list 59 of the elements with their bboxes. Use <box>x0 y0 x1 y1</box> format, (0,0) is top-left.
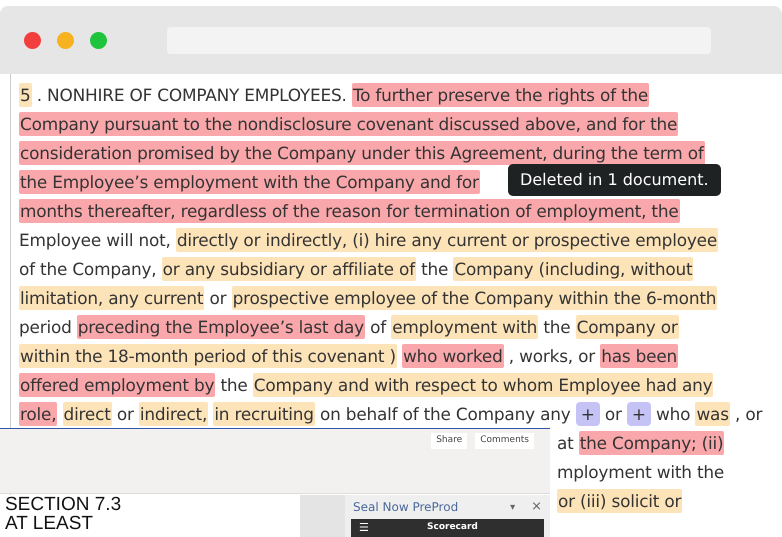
minimize-window-icon[interactable] <box>57 32 74 48</box>
deleted-text: months thereafter, regardless of the reason for termination of employment, the <box>19 199 680 223</box>
document-text: Employee will not, <box>19 230 171 250</box>
changed-text: Company or <box>576 315 679 339</box>
document-text: . NONHIRE OF COMPANY EMPLOYEES. <box>36 85 347 105</box>
added-marker: + <box>576 402 600 426</box>
document-text: mployment with the <box>557 462 724 482</box>
deleted-text: preceding the Employee’s last day <box>76 315 365 339</box>
changed-text: within the 18-month period of this covenant ) <box>19 344 397 368</box>
deleted-text: consideration promised by the Company under this Agreement, during the term of <box>19 141 705 165</box>
deleted-text: has been <box>600 344 678 368</box>
document-text: , or <box>734 404 762 424</box>
changed-text: Company and with respect to whom Employee had any <box>252 373 714 397</box>
changed-text: Company (including, without <box>453 257 694 281</box>
document-text: or <box>210 288 226 308</box>
document-text: , works, or <box>508 346 596 366</box>
tooltip: Deleted in 1 document. <box>508 164 721 196</box>
document-text: or <box>116 404 134 424</box>
added-marker: + <box>626 402 651 426</box>
caret-icon[interactable]: ▾ <box>510 500 516 514</box>
deleted-text: role, <box>19 402 58 426</box>
changed-text: was <box>695 402 730 426</box>
changed-text: or any subsidiary or affiliate of <box>162 257 416 281</box>
changed-text: direct <box>62 402 112 426</box>
changed-text: limitation, any current <box>19 286 204 310</box>
deleted-text: the Employee’s employment with the Company and for <box>19 170 480 194</box>
deleted-text: who worked <box>402 344 504 368</box>
close-icon[interactable]: × <box>531 497 542 517</box>
changed-text: in recruiting <box>213 402 315 426</box>
changed-text: or (iii) solicit or <box>557 489 682 513</box>
close-window-icon[interactable] <box>24 32 41 48</box>
changed-text: 5 <box>19 83 32 107</box>
deleted-text: the Company; (ii) <box>578 431 724 455</box>
toolbar-title: Scorecard <box>426 521 479 534</box>
document-text: the <box>421 259 448 279</box>
document-text: period <box>19 317 72 337</box>
document-text: or <box>604 404 622 424</box>
document-text: who <box>656 404 690 424</box>
maximize-window-icon[interactable] <box>90 32 107 48</box>
document-text: the <box>543 317 570 337</box>
deleted-text: Company pursuant to the nondisclosure covenant discussed above, and for the <box>19 112 678 136</box>
changed-text: indirect, <box>138 402 208 426</box>
document-text: SECTION 7.3 <box>4 495 122 514</box>
document-text: AT LEAST <box>4 514 93 533</box>
toolbar-button[interactable]: Comments <box>475 433 534 448</box>
document-text: any <box>540 404 571 424</box>
document-text: of <box>370 317 386 337</box>
document-text: at <box>557 433 574 453</box>
pane-title: Seal Now PreProd <box>353 499 460 516</box>
document-text: of the Company, <box>19 259 156 279</box>
deleted-text: To further preserve the rights of the <box>352 83 650 107</box>
changed-text: directly or indirectly, (i) hire any current or prospective employee <box>176 228 718 252</box>
changed-text: employment with <box>391 315 538 339</box>
toolbar-button[interactable]: Share <box>431 433 468 448</box>
deleted-text: offered employment by <box>19 373 216 397</box>
document-text: on behalf of the Company <box>320 404 535 424</box>
changed-text: prospective employee of the Company within the 6-month <box>232 286 718 310</box>
document-text: the <box>220 375 248 395</box>
menu-icon[interactable]: ☰ <box>359 520 369 536</box>
